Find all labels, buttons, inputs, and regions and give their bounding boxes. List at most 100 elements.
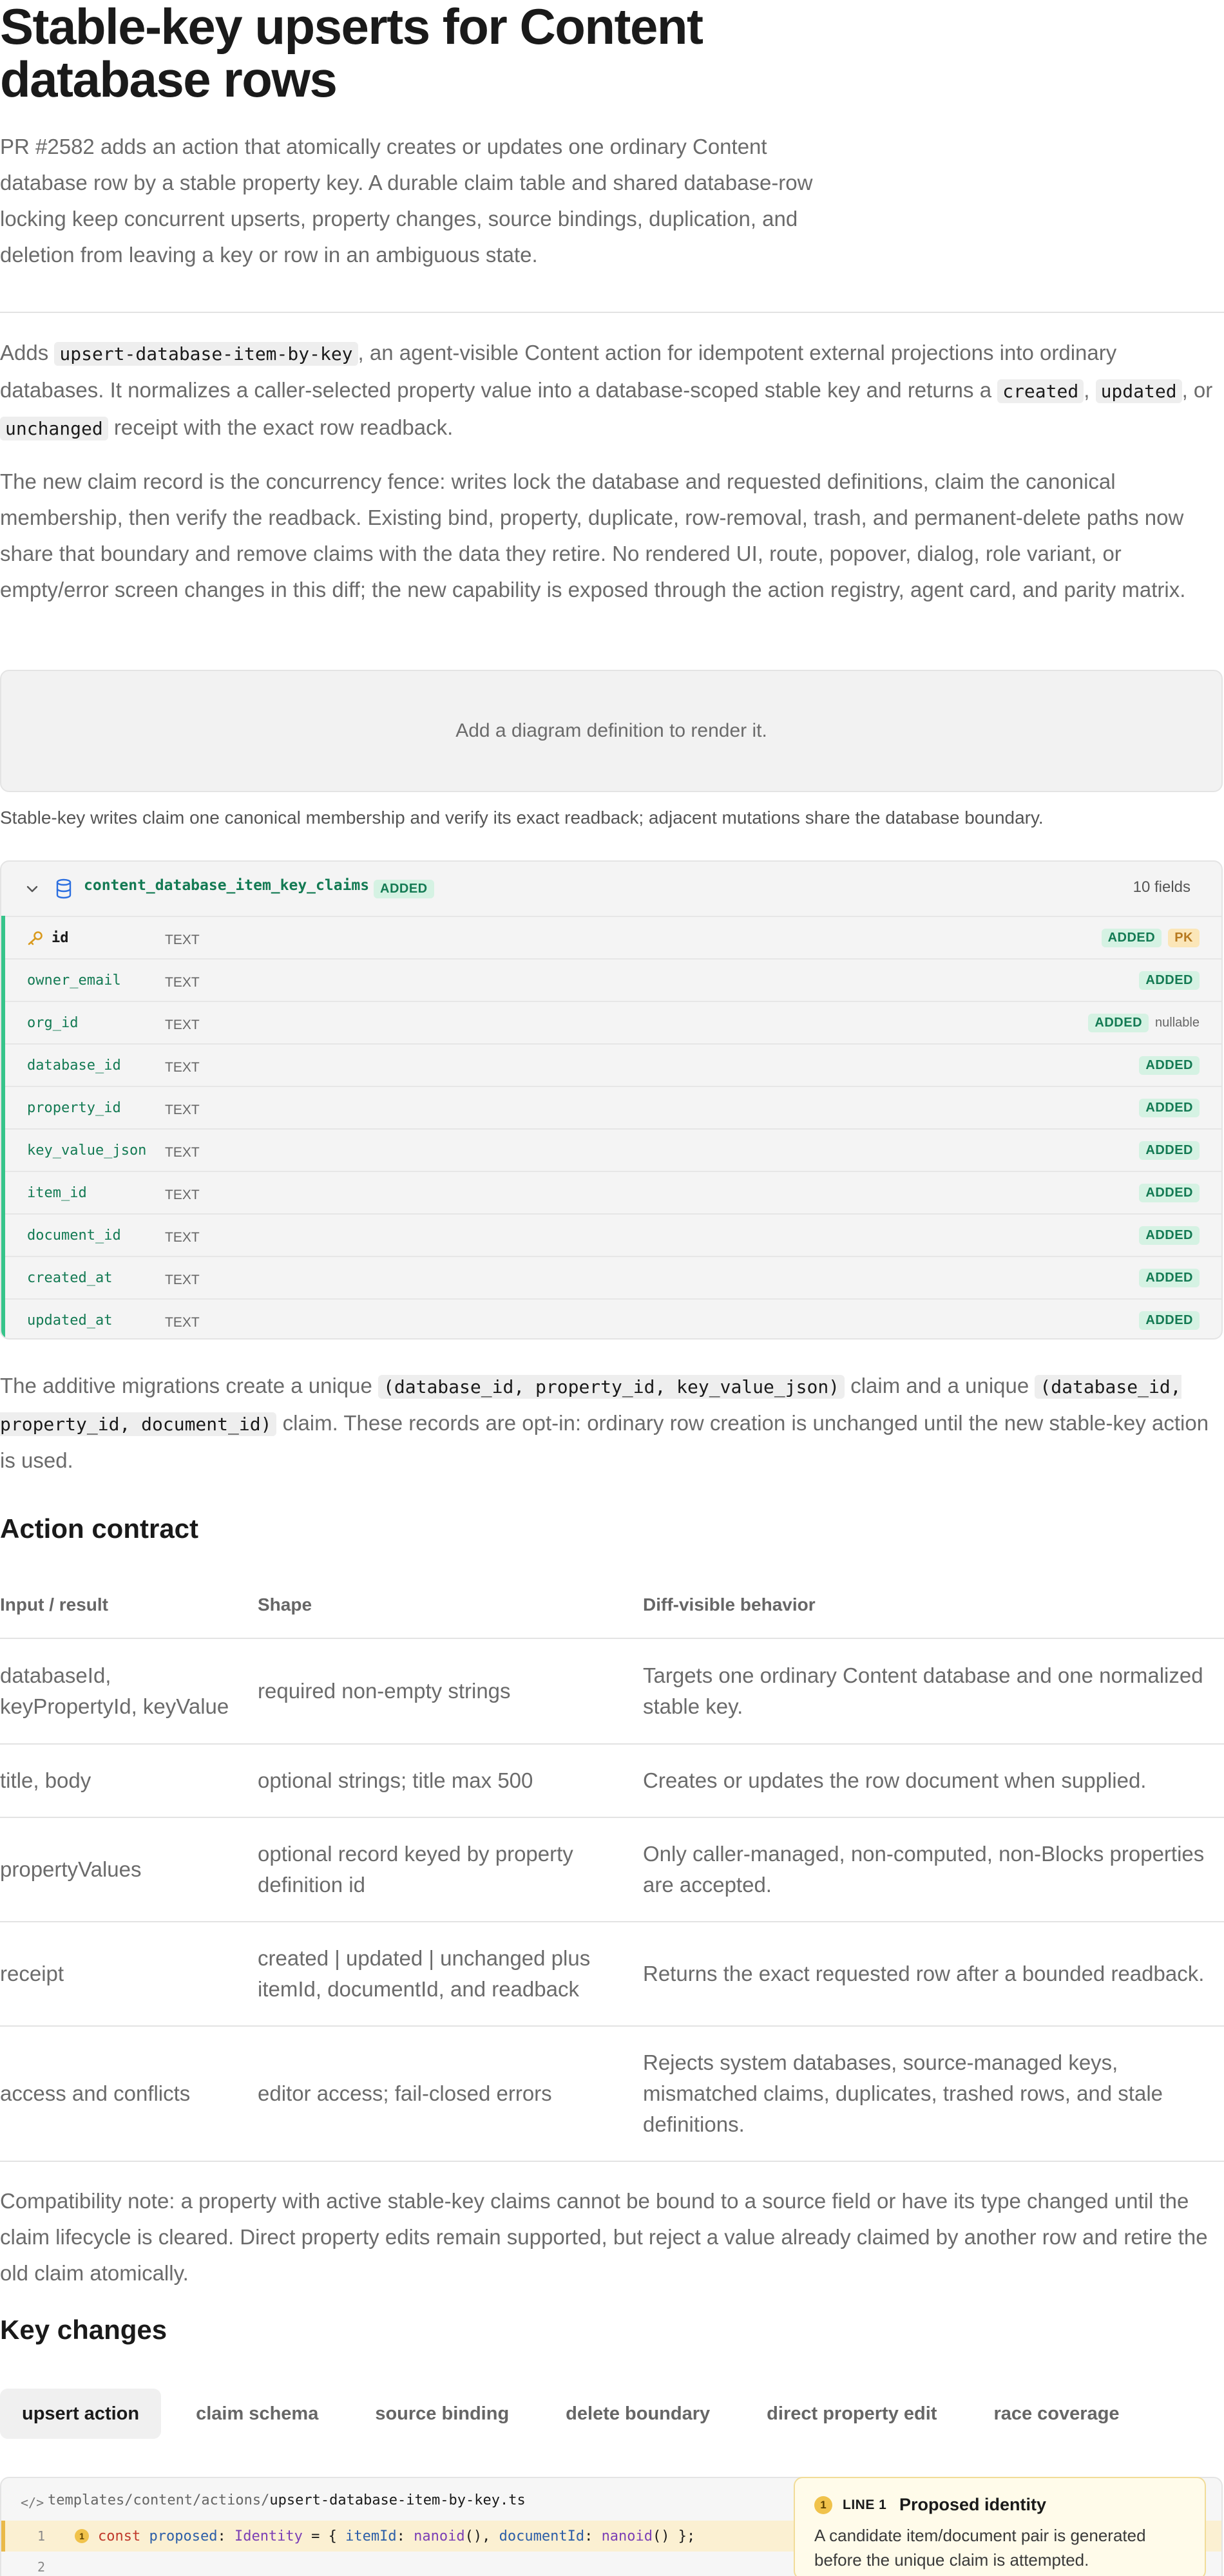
schema-field-row[interactable]: owner_email TEXT ADDED: [5, 958, 1221, 1001]
schema-field-row[interactable]: org_id TEXT ADDED nullable: [5, 1001, 1221, 1043]
field-name: id: [52, 930, 69, 946]
field-badges: ADDED: [1139, 1099, 1200, 1117]
token-punct: :: [217, 2528, 234, 2544]
text-run: receipt with the exact row readback.: [108, 415, 454, 439]
annotation-marker[interactable]: 1: [75, 2529, 89, 2543]
table-cell: Only caller-managed, non-computed, non-B…: [643, 1817, 1224, 1922]
annotation-body: A candidate item/document pair is genera…: [814, 2526, 1146, 2570]
table-cell: receipt: [0, 1922, 258, 2027]
tab-claim-schema[interactable]: claim schema: [174, 2389, 340, 2439]
field-type: TEXT: [165, 1230, 200, 1245]
token-keyword: const: [98, 2528, 141, 2544]
compatibility-note: Compatibility note: a property with acti…: [0, 2189, 1208, 2285]
field-badges: ADDED: [1139, 1184, 1200, 1202]
field-type: TEXT: [165, 1145, 200, 1160]
added-badge: ADDED: [1139, 1056, 1200, 1075]
table-cell: optional strings; title max 500: [258, 1744, 643, 1818]
field-name: org_id: [27, 1015, 79, 1031]
token-identifier: proposed: [149, 2528, 218, 2544]
table-cell: Rejects system databases, source-managed…: [643, 2026, 1224, 2162]
nullable-label: nullable: [1155, 1016, 1200, 1030]
schema-field-row[interactable]: document_id TEXT ADDED: [5, 1213, 1221, 1256]
added-badge: ADDED: [1139, 1184, 1200, 1202]
column-header: Diff-visible behavior: [643, 1571, 1224, 1639]
tab-direct-property-edit[interactable]: direct property edit: [745, 2389, 959, 2439]
schema-field-row[interactable]: item_id TEXT ADDED: [5, 1171, 1221, 1213]
field-type: TEXT: [165, 1060, 200, 1075]
file-path-name: upsert-database-item-by-key.ts: [269, 2492, 526, 2508]
page-lede: PR #2582 adds an action that atomically …: [0, 135, 813, 267]
schema-table-header[interactable]: content_database_item_key_claims ADDED 1…: [1, 862, 1221, 916]
schema-field-row[interactable]: key_value_json TEXT ADDED: [5, 1128, 1221, 1171]
action-name-code: upsert-database-item-by-key: [54, 342, 358, 366]
table-cell: Creates or updates the row document when…: [643, 1744, 1224, 1818]
receipt-created-code: created: [997, 379, 1084, 403]
added-badge: ADDED: [1088, 1014, 1149, 1032]
receipt-unchanged-code: unchanged: [0, 417, 108, 440]
field-name: document_id: [27, 1227, 121, 1244]
annotation-number: 1: [814, 2496, 832, 2514]
token-function: nanoid: [601, 2528, 653, 2544]
added-badge: ADDED: [1139, 1141, 1200, 1160]
field-count: 10 fields: [1133, 878, 1191, 896]
column-header: Input / result: [0, 1571, 258, 1639]
token-punct: () };: [653, 2528, 696, 2544]
tab-source-binding[interactable]: source binding: [353, 2389, 531, 2439]
field-badges: ADDED nullable: [1088, 1014, 1200, 1032]
added-badge: ADDED: [1139, 1269, 1200, 1287]
schema-field-row[interactable]: database_id TEXT ADDED: [5, 1043, 1221, 1086]
field-badges: ADDED: [1139, 1311, 1200, 1330]
unique-key-claim-code: (database_id, property_id, key_value_jso…: [378, 1375, 845, 1399]
table-row: title, body optional strings; title max …: [0, 1744, 1224, 1818]
token-type: Identity: [234, 2528, 303, 2544]
schema-table-name: content_database_item_key_claims: [84, 877, 370, 894]
text-run: ,: [1084, 378, 1096, 402]
field-badges: ADDED: [1139, 1226, 1200, 1245]
field-type: TEXT: [165, 975, 200, 990]
added-badge: ADDED: [1139, 1099, 1200, 1117]
field-name: created_at: [27, 1270, 113, 1286]
tab-race-coverage[interactable]: race coverage: [971, 2389, 1141, 2439]
field-name: item_id: [27, 1185, 87, 1201]
field-badges: ADDED: [1139, 1141, 1200, 1160]
field-name: owner_email: [27, 972, 121, 989]
schema-field-row[interactable]: created_at TEXT ADDED: [5, 1256, 1221, 1298]
schema-field-row[interactable]: id TEXT ADDED PK: [5, 916, 1221, 958]
table-cell: optional record keyed by property defini…: [258, 1817, 643, 1922]
file-path: templates/content/actions/upsert-databas…: [48, 2492, 526, 2508]
field-name: key_value_json: [27, 1142, 147, 1159]
line-number: 2: [37, 2559, 46, 2575]
migration-paragraph: The additive migrations create a unique …: [0, 1368, 1224, 1479]
field-type: TEXT: [165, 1188, 200, 1202]
action-contract-heading: Action contract: [0, 1513, 199, 1544]
schema-field-row[interactable]: property_id TEXT ADDED: [5, 1086, 1221, 1128]
text-run: , or: [1181, 378, 1213, 402]
database-icon: [56, 878, 72, 899]
text-run: The additive migrations create a unique: [0, 1374, 379, 1397]
table-cell: title, body: [0, 1744, 258, 1818]
field-badges: ADDED: [1139, 971, 1200, 990]
tab-upsert-action[interactable]: upsert action: [0, 2389, 162, 2439]
tab-delete-boundary[interactable]: delete boundary: [544, 2389, 732, 2439]
table-row: receipt created | updated | unchanged pl…: [0, 1922, 1224, 2027]
table-row: databaseId, keyPropertyId, keyValue requ…: [0, 1638, 1224, 1745]
chevron-down-icon[interactable]: [24, 881, 40, 896]
added-badge: ADDED: [1139, 971, 1200, 990]
annotation-callout: 1 LINE 1 Proposed identity A candidate i…: [794, 2477, 1206, 2576]
table-cell: editor access; fail-closed errors: [258, 2026, 643, 2162]
token-property: documentId: [499, 2528, 585, 2544]
key-changes-heading: Key changes: [0, 2315, 167, 2345]
field-badges: ADDED: [1139, 1269, 1200, 1287]
field-name: updated_at: [27, 1312, 113, 1329]
table-header-row: Input / result Shape Diff-visible behavi…: [0, 1571, 1224, 1639]
line-number: 1: [37, 2528, 46, 2544]
added-badge: ADDED: [1139, 1226, 1200, 1245]
schema-field-row[interactable]: updated_at TEXT ADDED: [5, 1298, 1221, 1338]
field-type: TEXT: [165, 1018, 200, 1032]
token-punct: :: [396, 2528, 414, 2544]
page-title: Stable-key upserts for Content database …: [0, 0, 703, 108]
annotation-line-label: LINE 1: [843, 2497, 887, 2512]
schema-table-card: content_database_item_key_claims ADDED 1…: [0, 860, 1223, 1340]
action-contract-table: Input / result Shape Diff-visible behavi…: [0, 1571, 1224, 2162]
table-cell: required non-empty strings: [258, 1638, 643, 1745]
